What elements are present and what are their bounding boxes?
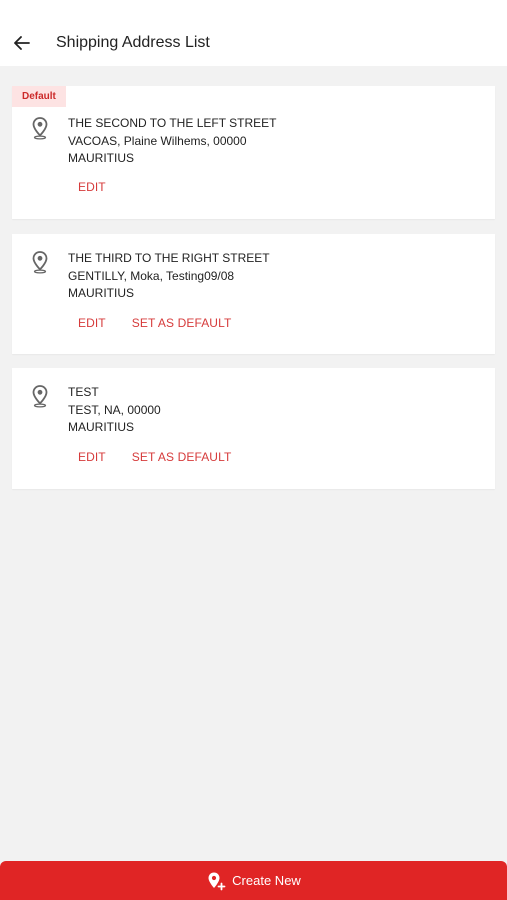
address-line2: GENTILLY, Moka, Testing09/08: [68, 268, 235, 283]
address-country: MAURITIUS: [68, 286, 134, 300]
location-pin-icon: [32, 251, 48, 274]
address-line1: THE THIRD TO THE RIGHT STREET: [68, 251, 270, 265]
create-new-label: Create New: [232, 873, 301, 888]
edit-button[interactable]: EDIT: [78, 450, 106, 464]
page-title: Shipping Address List: [56, 34, 210, 51]
edit-button[interactable]: EDIT: [78, 316, 106, 330]
create-new-button[interactable]: Create New: [0, 861, 507, 900]
address-line2: TEST, NA, 00000: [68, 402, 161, 417]
address-text: THE SECOND TO THE LEFT STREET VACOAS, Pl…: [68, 115, 276, 168]
default-badge: Default: [12, 86, 66, 107]
address-card: THE THIRD TO THE RIGHT STREET GENTILLY, …: [12, 234, 495, 354]
address-country: MAURITIUS: [68, 151, 134, 165]
screen: Shipping Address List Default THE SECOND…: [0, 0, 507, 900]
address-text: TEST TEST, NA, 00000 MAURITIUS: [68, 384, 161, 437]
app-header: Shipping Address List: [0, 0, 507, 66]
back-button[interactable]: [10, 31, 34, 55]
location-pin-icon: [32, 117, 48, 140]
set-default-button[interactable]: SET AS DEFAULT: [132, 450, 232, 464]
address-line1: THE SECOND TO THE LEFT STREET: [68, 116, 277, 130]
address-card: Default THE SECOND TO THE LEFT STREET VA…: [12, 86, 495, 219]
address-text: THE THIRD TO THE RIGHT STREET GENTILLY, …: [68, 250, 270, 303]
address-line2: VACOAS, Plaine Wilhems, 00000: [68, 133, 247, 148]
arrow-left-icon: [14, 36, 30, 50]
add-location-icon: [208, 872, 226, 890]
address-line1: TEST: [68, 385, 99, 399]
address-actions: EDIT SET AS DEFAULT: [78, 316, 231, 330]
location-pin-icon: [32, 385, 48, 408]
address-actions: EDIT: [78, 180, 106, 194]
edit-button[interactable]: EDIT: [78, 180, 106, 194]
address-actions: EDIT SET AS DEFAULT: [78, 450, 231, 464]
address-card: TEST TEST, NA, 00000 MAURITIUS EDIT SET …: [12, 368, 495, 489]
set-default-button[interactable]: SET AS DEFAULT: [132, 316, 232, 330]
address-country: MAURITIUS: [68, 420, 134, 434]
